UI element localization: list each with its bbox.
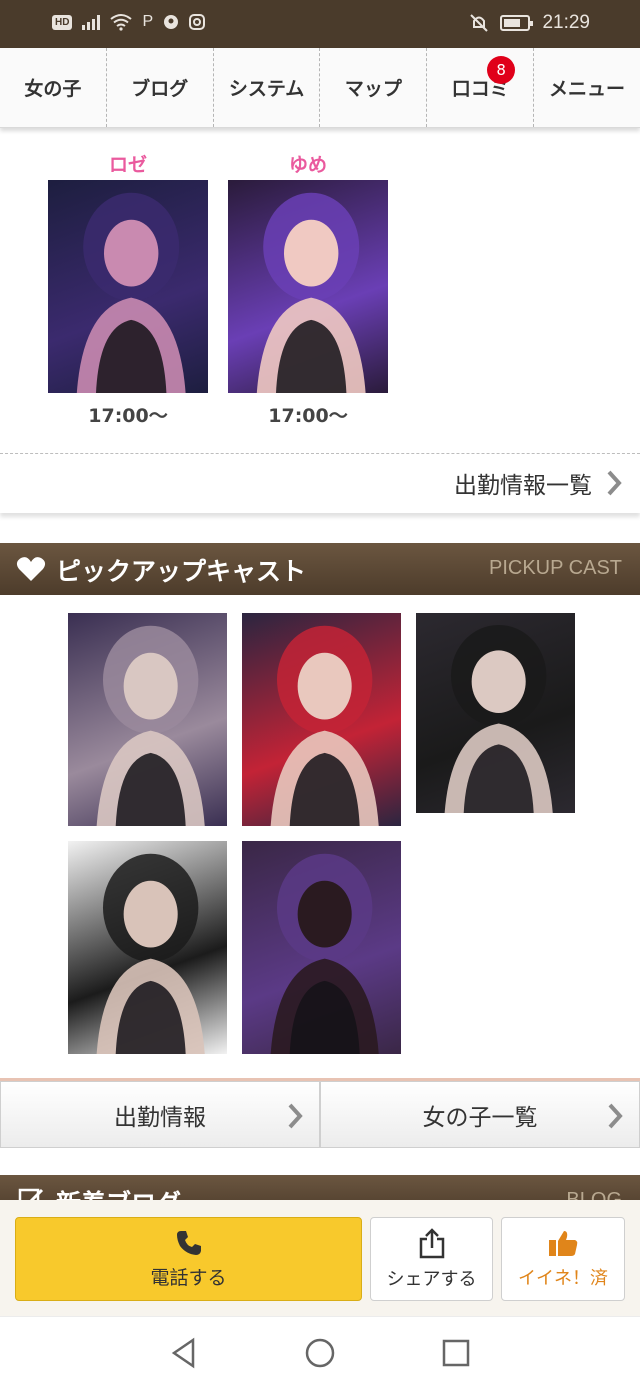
cast-name: ゆめ bbox=[288, 154, 327, 176]
chevron-right-icon bbox=[288, 1103, 303, 1129]
chevron-right-icon bbox=[607, 470, 622, 496]
nav-label: メニュー bbox=[549, 78, 626, 100]
schedule-list-label: 出勤情報一覧 bbox=[454, 473, 592, 499]
nav-item-system[interactable]: システム bbox=[214, 48, 321, 127]
mute-icon bbox=[470, 14, 489, 32]
share-icon bbox=[419, 1228, 444, 1259]
heart-icon bbox=[16, 557, 46, 581]
review-count-badge: 8 bbox=[487, 56, 516, 84]
pickup-photo[interactable] bbox=[242, 613, 401, 826]
pickup-title: ピックアップキャスト bbox=[56, 557, 307, 586]
top-nav: 女の子 ブログ システム マップ 口コミ 8 メニュー bbox=[0, 48, 640, 128]
thumbs-up-icon bbox=[549, 1231, 578, 1256]
nav-label: システム bbox=[228, 78, 305, 100]
status-bar: HD P 21:29 bbox=[0, 0, 640, 48]
cast-time: 17:00〜 bbox=[88, 405, 168, 427]
call-button[interactable]: 電話する bbox=[15, 1217, 362, 1301]
back-icon[interactable] bbox=[170, 1337, 198, 1369]
hd-badge: HD bbox=[52, 14, 73, 30]
nav-item-map[interactable]: マップ bbox=[320, 48, 428, 127]
chat-icon bbox=[164, 15, 179, 29]
schedule-card[interactable]: ゆめ 17:00〜 bbox=[228, 150, 388, 428]
cast-photo[interactable] bbox=[48, 180, 208, 393]
pickup-header: ピックアップキャスト PICKUP CAST bbox=[0, 543, 640, 595]
nav-label: マップ bbox=[344, 78, 402, 100]
pickup-photo[interactable] bbox=[242, 841, 401, 1054]
nav-label: 女の子 bbox=[24, 78, 82, 100]
like-label: イイネ！済 bbox=[518, 1268, 608, 1289]
schedule-button[interactable]: 出勤情報 bbox=[0, 1081, 320, 1148]
action-bar: 電話する シェアする イイネ！済 bbox=[0, 1200, 640, 1316]
pickup-en-label: PICKUP CAST bbox=[489, 557, 622, 579]
cast-time: 17:00〜 bbox=[268, 405, 348, 427]
nav-item-blog[interactable]: ブログ bbox=[107, 48, 214, 127]
schedule-list-link[interactable]: 出勤情報一覧 bbox=[454, 466, 624, 500]
wifi-icon bbox=[110, 14, 133, 31]
parking-icon: P bbox=[142, 13, 154, 30]
call-label: 電話する bbox=[150, 1266, 227, 1289]
share-button[interactable]: シェアする bbox=[370, 1217, 493, 1301]
nav-item-reviews[interactable]: 口コミ 8 bbox=[427, 48, 535, 127]
schedule-button-label: 出勤情報 bbox=[114, 1104, 206, 1131]
system-nav-bar bbox=[0, 1316, 640, 1387]
instagram-icon bbox=[189, 14, 206, 30]
schedule-card[interactable]: ロゼ 17:00〜 bbox=[48, 150, 208, 428]
cast-name: ロゼ bbox=[108, 154, 147, 176]
clock: 21:29 bbox=[542, 12, 590, 33]
nav-item-girls[interactable]: 女の子 bbox=[0, 48, 107, 127]
phone-icon bbox=[176, 1230, 201, 1255]
like-button[interactable]: イイネ！済 bbox=[501, 1217, 625, 1301]
battery-icon bbox=[500, 15, 534, 31]
recents-icon[interactable] bbox=[442, 1337, 470, 1369]
nav-label: ブログ bbox=[131, 78, 189, 100]
pickup-photo[interactable] bbox=[68, 613, 227, 826]
nav-item-menu[interactable]: メニュー bbox=[534, 48, 640, 127]
schedule-more-row: 出勤情報一覧 bbox=[0, 453, 640, 513]
home-icon[interactable] bbox=[305, 1337, 335, 1369]
girls-list-button-label: 女の子一覧 bbox=[422, 1104, 538, 1131]
pickup-photo[interactable] bbox=[68, 841, 227, 1054]
share-label: シェアする bbox=[386, 1269, 477, 1290]
girls-list-button[interactable]: 女の子一覧 bbox=[320, 1081, 640, 1148]
pickup-photo[interactable] bbox=[416, 613, 575, 813]
chevron-right-icon bbox=[608, 1103, 623, 1129]
cast-photo[interactable] bbox=[228, 180, 388, 393]
section-link-bar: 出勤情報 女の子一覧 bbox=[0, 1078, 640, 1148]
signal-icon bbox=[82, 14, 101, 30]
